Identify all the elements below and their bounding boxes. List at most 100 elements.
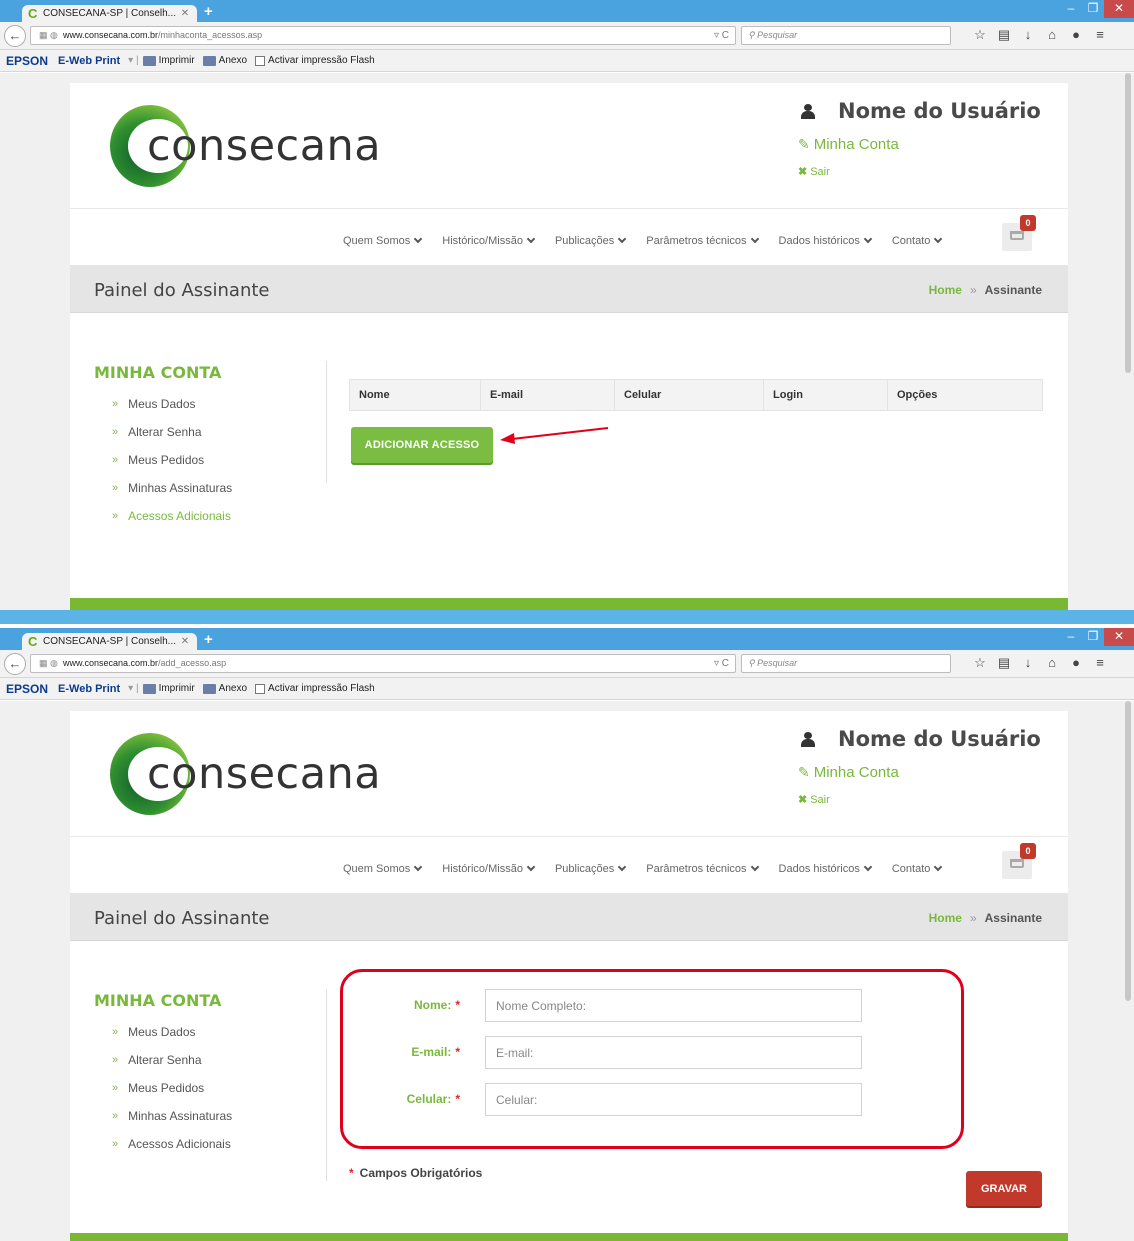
cart-count-badge: 0 [1020, 843, 1036, 859]
eweb-print-button[interactable]: E-Web Print [58, 55, 120, 67]
attach-button[interactable]: Anexo [202, 683, 247, 694]
new-tab-icon[interactable]: + [204, 631, 213, 648]
bookmarks-list-icon[interactable]: ▤ [992, 27, 1016, 43]
scrollbar[interactable]: ▲ [1122, 701, 1134, 1241]
scrollbar[interactable]: ▲ [1122, 73, 1134, 610]
browser-tab[interactable]: C CONSECANA-SP | Conselh... ✕ [22, 633, 197, 650]
home-icon[interactable]: ⌂ [1040, 27, 1064, 43]
flash-checkbox[interactable]: Activar impressão Flash [255, 683, 375, 694]
menu-item-dados[interactable]: Dados históricos [779, 862, 873, 875]
download-icon[interactable]: ↓ [1016, 655, 1040, 671]
flash-checkbox[interactable]: Activar impressão Flash [255, 55, 375, 66]
tab-close-icon[interactable]: ✕ [179, 8, 191, 19]
url-bar[interactable]: ▦ ◍ www.consecana.com.br/minhaconta_acess… [30, 26, 736, 45]
minimize-icon[interactable]: – [1060, 628, 1082, 646]
window-close-icon[interactable]: ✕ [1104, 0, 1134, 18]
cart-button[interactable]: 0 [1002, 215, 1036, 251]
menu-item-publicacoes[interactable]: Publicações [555, 862, 627, 875]
menu-item-contato[interactable]: Contato [892, 234, 943, 247]
window-close-icon[interactable]: ✕ [1104, 628, 1134, 646]
sidebar-item-meus-pedidos[interactable]: » Meus Pedidos [94, 446, 326, 474]
reload-icon[interactable]: ▿ C [714, 655, 729, 672]
reload-icon[interactable]: ▿ C [714, 27, 729, 44]
account-sidebar: MINHA CONTA » Meus Dados » Alterar Senha »… [94, 991, 326, 1158]
menu-icon[interactable]: ≡ [1088, 27, 1112, 43]
menu-item-publicacoes[interactable]: Publicações [555, 234, 627, 247]
home-icon[interactable]: ⌂ [1040, 655, 1064, 671]
menu-item-historico[interactable]: Histórico/Missão [442, 234, 536, 247]
name-input[interactable] [485, 989, 862, 1022]
scrollbar-thumb[interactable] [1125, 701, 1131, 1001]
tab-close-icon[interactable]: ✕ [179, 636, 191, 647]
menu-item-contato[interactable]: Contato [892, 862, 943, 875]
pencil-icon: ✎ [798, 764, 810, 780]
menu-icon[interactable]: ≡ [1088, 655, 1112, 671]
url-bar[interactable]: ▦ ◍ www.consecana.com.br/add_acesso.asp ▿… [30, 654, 736, 673]
checkbox-icon [255, 55, 266, 66]
chat-icon[interactable]: ● [1064, 655, 1088, 671]
add-access-button[interactable]: ADICIONAR ACESSO [351, 427, 493, 463]
sidebar-item-minhas-assinaturas[interactable]: » Minhas Assinaturas [94, 1102, 326, 1130]
phone-input[interactable] [485, 1083, 862, 1116]
download-icon[interactable]: ↓ [1016, 27, 1040, 43]
logout-link[interactable]: ✖ Sair [798, 793, 1058, 807]
double-chevron-icon: » [112, 426, 119, 438]
menu-item-parametros[interactable]: Parâmetros técnicos [646, 234, 759, 247]
nav-icons: ☆ ▤ ↓ ⌂ ● ≡ [968, 655, 1112, 671]
sidebar-item-meus-dados[interactable]: » Meus Dados [94, 390, 326, 418]
sidebar-item-meus-dados[interactable]: » Meus Dados [94, 1018, 326, 1046]
chat-icon[interactable]: ● [1064, 27, 1088, 43]
attach-icon [202, 683, 216, 694]
breadcrumb-home-link[interactable]: Home [929, 911, 962, 925]
cart-button[interactable]: 0 [1002, 843, 1036, 879]
search-icon: ⚲ [748, 30, 758, 40]
bookmarks-list-icon[interactable]: ▤ [992, 655, 1016, 671]
dropdown-icon[interactable]: ▾ | [128, 683, 138, 694]
sidebar-item-minhas-assinaturas[interactable]: » Minhas Assinaturas [94, 474, 326, 502]
site-info-icon[interactable]: ▦ ◍ [39, 655, 63, 672]
print-button[interactable]: Imprimir [142, 55, 195, 66]
cart-icon [1010, 859, 1024, 868]
attach-button[interactable]: Anexo [202, 55, 247, 66]
site-info-icon[interactable]: ▦ ◍ [39, 27, 63, 44]
footer-bar [70, 1233, 1068, 1241]
logout-link[interactable]: ✖ Sair [798, 165, 1058, 179]
site-container: consecana Nome do Usuário ✎ Minha Conta ✖… [70, 711, 1068, 1241]
my-account-link[interactable]: ✎ Minha Conta [798, 764, 1058, 781]
pencil-icon: ✎ [798, 136, 810, 152]
new-tab-icon[interactable]: + [204, 3, 213, 20]
browser-tab[interactable]: C CONSECANA-SP | Conselh... ✕ [22, 5, 197, 22]
scrollbar-thumb[interactable] [1125, 73, 1131, 373]
print-button[interactable]: Imprimir [142, 683, 195, 694]
sidebar-item-alterar-senha[interactable]: » Alterar Senha [94, 418, 326, 446]
email-input[interactable] [485, 1036, 862, 1069]
sidebar-item-acessos-adicionais[interactable]: » Acessos Adicionais [94, 502, 326, 530]
save-button[interactable]: GRAVAR [966, 1171, 1042, 1206]
navigation-bar: ← ▦ ◍ www.consecana.com.br/add_acesso.asp… [0, 650, 1134, 678]
breadcrumb-home-link[interactable]: Home [929, 283, 962, 297]
menu-label: Parâmetros técnicos [646, 863, 747, 875]
menu-item-quem-somos[interactable]: Quem Somos [343, 234, 423, 247]
menu-item-dados[interactable]: Dados históricos [779, 234, 873, 247]
restore-icon[interactable]: ❐ [1082, 628, 1104, 646]
back-arrow-icon[interactable]: ← [4, 653, 26, 675]
dropdown-icon[interactable]: ▾ | [128, 55, 138, 66]
bookmark-star-icon[interactable]: ☆ [968, 27, 992, 43]
my-account-link[interactable]: ✎ Minha Conta [798, 136, 1058, 153]
minimize-icon[interactable]: – [1060, 0, 1082, 18]
eweb-print-button[interactable]: E-Web Print [58, 683, 120, 695]
consecana-logo[interactable]: consecana [110, 729, 390, 819]
user-block: Nome do Usuário ✎ Minha Conta ✖ Sair [798, 99, 1058, 178]
restore-icon[interactable]: ❐ [1082, 0, 1104, 18]
menu-item-parametros[interactable]: Parâmetros técnicos [646, 862, 759, 875]
sidebar-item-meus-pedidos[interactable]: » Meus Pedidos [94, 1074, 326, 1102]
sidebar-item-alterar-senha[interactable]: » Alterar Senha [94, 1046, 326, 1074]
menu-item-quem-somos[interactable]: Quem Somos [343, 862, 423, 875]
search-input[interactable]: ⚲ Pesquisar [741, 26, 951, 45]
sidebar-item-acessos-adicionais[interactable]: » Acessos Adicionais [94, 1130, 326, 1158]
bookmark-star-icon[interactable]: ☆ [968, 655, 992, 671]
consecana-logo[interactable]: consecana [110, 101, 390, 191]
back-arrow-icon[interactable]: ← [4, 25, 26, 47]
menu-item-historico[interactable]: Histórico/Missão [442, 862, 536, 875]
search-input[interactable]: ⚲ Pesquisar [741, 654, 951, 673]
